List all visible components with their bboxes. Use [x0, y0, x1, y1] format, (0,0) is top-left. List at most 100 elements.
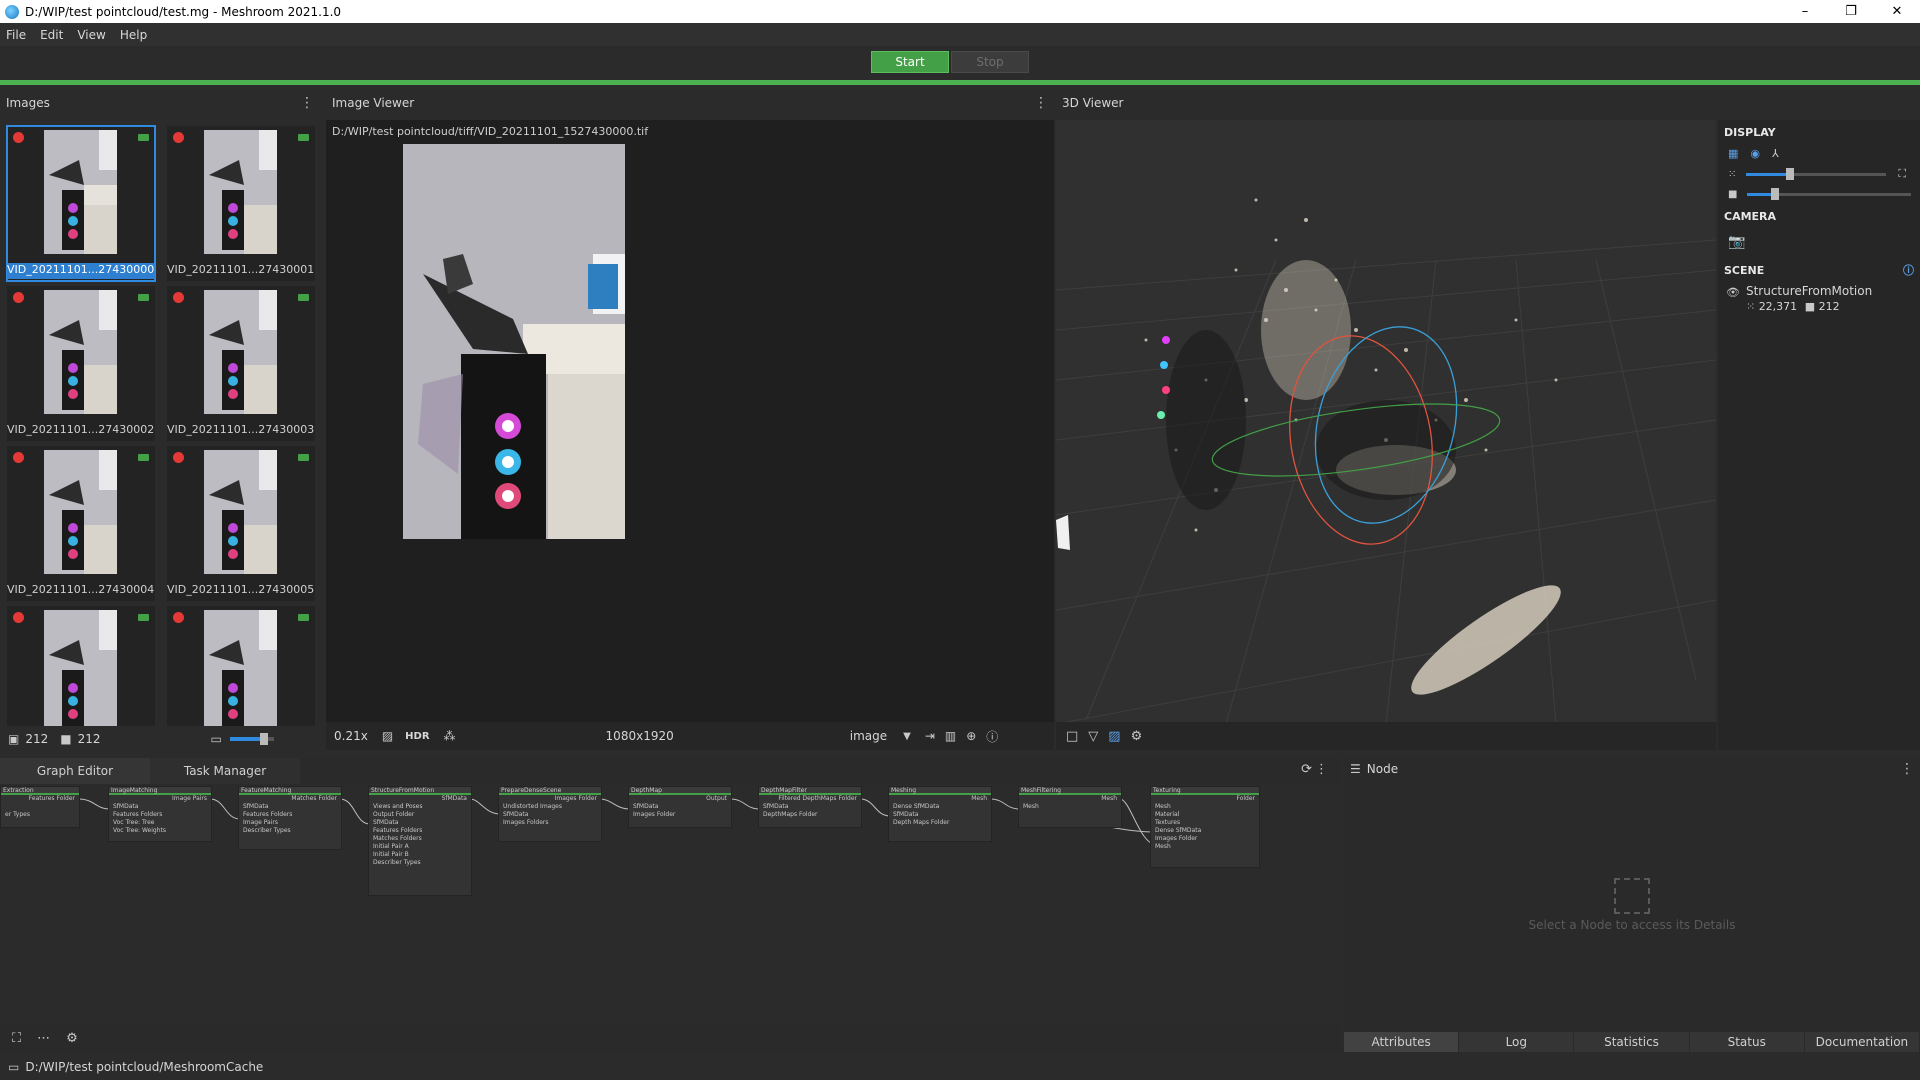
graph-node-port[interactable]: Voc Tree: Weights — [109, 827, 211, 835]
graph-node[interactable]: DepthMapFilter Filtered DepthMaps Folder S… — [758, 786, 862, 828]
graph-canvas[interactable]: Extraction Features Folder er Types ImageMa… — [0, 784, 1342, 1024]
histogram-icon[interactable]: ▥ — [945, 729, 956, 743]
metadata-icon[interactable]: ⇥ — [925, 729, 935, 743]
thumbnail-size-slider[interactable] — [229, 733, 274, 745]
image-thumbnail[interactable]: VID_20211101...27430003.tif — [167, 286, 315, 441]
image-viewer-menu-icon[interactable]: ⋮ — [1034, 95, 1048, 111]
graph-node-port[interactable]: Material — [1151, 811, 1259, 819]
graph-node-port[interactable]: Features Folders — [109, 811, 211, 819]
graph-node-port[interactable]: Mesh — [1151, 843, 1259, 851]
tab-task-manager[interactable]: Task Manager — [150, 758, 300, 784]
tab-statistics[interactable]: Statistics — [1574, 1032, 1690, 1052]
graph-node[interactable]: FeatureMatching Matches Folder SfMData Feat… — [238, 786, 342, 850]
grid-display-icon[interactable]: ▦ — [1728, 147, 1738, 160]
features-icon[interactable]: ⁂ — [444, 729, 456, 743]
channel-icon[interactable]: ▨ — [382, 729, 393, 743]
camera-snapshot-icon[interactable]: 📷 — [1728, 234, 1745, 250]
graph-node[interactable]: MeshFiltering Mesh Mesh — [1018, 786, 1122, 828]
graph-node-port[interactable]: Depth Maps Folder — [889, 819, 991, 827]
image-thumbnail[interactable] — [7, 606, 155, 726]
graph-node[interactable]: PrepareDenseScene Images Folder Undistorte… — [498, 786, 602, 842]
graph-node-port[interactable]: Images Folder — [499, 795, 601, 803]
graph-node-port[interactable]: Matches Folder — [239, 795, 341, 803]
graph-node-port[interactable]: Initial Pair A — [369, 843, 471, 851]
info-icon[interactable]: ⓘ — [986, 728, 998, 745]
settings-icon[interactable]: ⚙ — [66, 1031, 78, 1046]
close-button[interactable]: ✕ — [1874, 0, 1920, 23]
scene-info-icon[interactable]: ⓘ — [1903, 262, 1914, 278]
scene-item[interactable]: 👁 StructureFromMotion ⁙ 22,371 ■ 212 — [1718, 280, 1920, 313]
graph-node[interactable]: Meshing Mesh Dense SfMData SfMData Depth Map… — [888, 786, 992, 842]
graph-node-port[interactable]: SfMData — [239, 803, 341, 811]
grid-icon[interactable]: ▨ — [1108, 729, 1120, 744]
graph-node-port[interactable]: Image Pairs — [239, 819, 341, 827]
graph-node-port[interactable]: Mesh — [1151, 803, 1259, 811]
tab-log[interactable]: Log — [1459, 1032, 1575, 1052]
tab-status[interactable]: Status — [1689, 1032, 1805, 1052]
graph-node-port[interactable]: SfMData — [889, 811, 991, 819]
image-thumbnail[interactable]: VID_20211101...27430005.tif — [167, 446, 315, 601]
graph-node-port[interactable]: Describer Types — [239, 827, 341, 835]
graph-node-port[interactable]: SfMData — [499, 811, 601, 819]
eye-icon[interactable]: 👁 — [1726, 286, 1740, 313]
graph-node-port[interactable]: Features Folder — [1, 795, 79, 803]
image-thumbnail[interactable]: VID_20211101...27430004.tif — [7, 446, 155, 601]
graph-node-port[interactable]: Undistorted Images — [499, 803, 601, 811]
image-thumbnail[interactable]: VID_20211101...27430000.tif — [6, 125, 156, 282]
graph-node-port[interactable]: Dense SfMData — [1151, 827, 1259, 835]
graph-node-port[interactable]: Textures — [1151, 819, 1259, 827]
chevron-down-icon[interactable]: ▼ — [903, 731, 911, 742]
graph-node-port[interactable]: Views and Poses — [369, 803, 471, 811]
menu-edit[interactable]: Edit — [40, 28, 63, 42]
graph-node[interactable]: ImageMatching Image Pairs SfMData Features … — [108, 786, 212, 842]
menu-file[interactable]: File — [6, 28, 26, 42]
target-icon[interactable]: ◉ — [1750, 147, 1760, 160]
graph-node[interactable]: Extraction Features Folder er Types — [0, 786, 80, 828]
image-thumbnail[interactable] — [167, 606, 315, 726]
camera-scale-slider[interactable] — [1747, 187, 1912, 200]
refresh-icon[interactable]: ⟳ — [1301, 762, 1312, 777]
graph-node-port[interactable]: Initial Pair B — [369, 851, 471, 859]
graph-node-port[interactable]: SfMData — [369, 795, 471, 803]
graph-node-port[interactable]: DepthMaps Folder — [759, 811, 861, 819]
graph-node-port[interactable]: SfMData — [369, 819, 471, 827]
graph-node-port[interactable]: Images Folder — [629, 811, 731, 819]
graph-node-port[interactable]: Features Folders — [369, 827, 471, 835]
graph-node-port[interactable]: SfMData — [629, 803, 731, 811]
graph-node-port[interactable]: SfMData — [759, 803, 861, 811]
graph-node-port[interactable]: Folder — [1151, 795, 1259, 803]
filter-icon[interactable]: ▽ — [1088, 729, 1098, 744]
restore-button[interactable]: ❐ — [1828, 0, 1874, 23]
graph-node-port[interactable]: Image Pairs — [109, 795, 211, 803]
bounding-box-icon[interactable]: □ — [1066, 729, 1078, 744]
stop-button[interactable]: Stop — [951, 51, 1029, 73]
graph-node-port[interactable]: Features Folders — [239, 811, 341, 819]
graph-node-port[interactable]: SfMData — [109, 803, 211, 811]
menu-view[interactable]: View — [77, 28, 105, 42]
graph-node-port[interactable]: Describer Types — [369, 859, 471, 867]
image-viewer-canvas[interactable]: D:/WIP/test pointcloud/tiff/VID_20211101… — [326, 120, 1054, 724]
graph-node-port[interactable]: Mesh — [889, 795, 991, 803]
graph-node-port[interactable]: Mesh — [1019, 803, 1121, 811]
menu-help[interactable]: Help — [120, 28, 147, 42]
cache-path[interactable]: D:/WIP/test pointcloud/MeshroomCache — [25, 1060, 263, 1074]
graph-node-port[interactable]: er Types — [1, 811, 79, 819]
hdr-toggle[interactable]: HDR — [405, 731, 429, 742]
viewer3d-canvas[interactable] — [1056, 120, 1716, 724]
globe-icon[interactable]: ⊕ — [966, 729, 976, 743]
gear-icon[interactable]: ⚙ — [1131, 729, 1143, 744]
graph-node-port[interactable]: Dense SfMData — [889, 803, 991, 811]
graph-menu-icon[interactable]: ⋮ — [1315, 762, 1328, 777]
images-menu-icon[interactable]: ⋮ — [300, 95, 314, 111]
image-mode-select[interactable]: image — [850, 729, 887, 743]
graph-node-port[interactable]: Filtered DepthMaps Folder — [759, 795, 861, 803]
graph-node-port[interactable]: Mesh — [1019, 795, 1121, 803]
image-thumbnail[interactable]: VID_20211101...27430002.tif — [7, 286, 155, 441]
graph-node-port[interactable]: Matches Folders — [369, 835, 471, 843]
image-thumbnail[interactable]: VID_20211101...27430001.tif — [167, 126, 315, 281]
node-menu-icon[interactable]: ⋮ — [1900, 761, 1914, 777]
more-icon[interactable]: ⋯ — [37, 1031, 50, 1046]
minimize-button[interactable]: – — [1782, 0, 1828, 23]
tab-attributes[interactable]: Attributes — [1344, 1032, 1460, 1052]
graph-node[interactable]: DepthMap Output SfMData Images Folder — [628, 786, 732, 828]
